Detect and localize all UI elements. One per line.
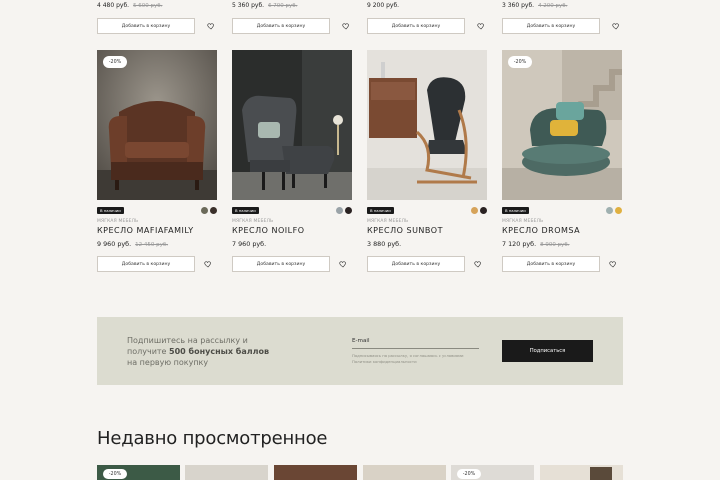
color-swatch[interactable] [345, 207, 352, 214]
product-card-tail: 3 360 руб. 4 200 руб. Добавить в корзину [502, 0, 624, 40]
old-price: 12 450 руб. [135, 242, 169, 248]
price: 5 360 руб. [232, 2, 265, 9]
newsletter-bonus: 500 бонусных баллов [169, 347, 270, 356]
color-swatch[interactable] [471, 207, 478, 214]
subscribe-button[interactable]: Подписаться [502, 340, 593, 362]
discount-badge: -20% [457, 469, 481, 479]
color-swatch[interactable] [480, 207, 487, 214]
color-swatch[interactable] [615, 207, 622, 214]
add-to-cart-button[interactable]: Добавить в корзину [367, 256, 465, 272]
product-category: МЯГКАЯ МЕБЕЛЬ [97, 219, 139, 224]
color-swatch[interactable] [210, 207, 217, 214]
price: 9 960 руб. [97, 240, 132, 248]
recent-thumbnail[interactable]: -20% [451, 465, 534, 480]
product-category: МЯГКАЯ МЕБЕЛЬ [502, 219, 544, 224]
price-line: 3 880 руб. [367, 240, 401, 248]
recent-thumbnail[interactable] [274, 465, 357, 480]
heart-icon[interactable] [476, 21, 486, 31]
add-to-cart-button[interactable]: Добавить в корзину [232, 256, 330, 272]
recent-thumbnail[interactable] [540, 465, 623, 480]
product-card[interactable]: -20% В наличии МЯГКАЯ МЕБЕЛЬ КРЕСЛО MAFI… [97, 50, 217, 275]
color-swatch[interactable] [201, 207, 208, 214]
discount-badge: -20% [103, 56, 127, 68]
price: 7 120 руб. [502, 240, 537, 248]
product-category: МЯГКАЯ МЕБЕЛЬ [232, 219, 274, 224]
price-line: 7 120 руб. 8 900 руб. [502, 240, 570, 248]
heart-icon[interactable] [203, 259, 213, 269]
newsletter-line-2: получите 500 бонусных баллов [127, 346, 307, 357]
heart-icon[interactable] [341, 21, 351, 31]
product-card[interactable]: -20% В наличии МЯГКАЯ МЕБЕЛЬ КРЕСЛО DROM… [502, 50, 622, 275]
price-line: 7 960 руб. [232, 240, 266, 248]
add-to-cart-button[interactable]: Добавить в корзину [367, 18, 465, 34]
newsletter-banner: Подпишитесь на рассылку и получите 500 б… [97, 317, 623, 385]
recent-thumbnail[interactable] [363, 465, 446, 480]
newsletter-line-2-pre: получите [127, 347, 170, 356]
price: 3 880 руб. [367, 240, 402, 248]
price: 3 360 руб. [502, 2, 535, 9]
section-title: Недавно просмотренное [97, 428, 328, 449]
color-swatch[interactable] [336, 207, 343, 214]
discount-badge: -20% [103, 469, 127, 479]
add-to-cart-button[interactable]: Добавить в корзину [502, 18, 600, 34]
price-line: 5 360 руб. 6 700 руб. [232, 2, 297, 9]
add-to-cart-button[interactable]: Добавить в корзину [97, 18, 195, 34]
product-card-tail: 4 480 руб. 5 600 руб. Добавить в корзину [97, 0, 219, 40]
discount-badge: -20% [508, 56, 532, 68]
product-image[interactable]: -20% [97, 50, 217, 200]
heart-icon[interactable] [473, 259, 483, 269]
add-to-cart-button[interactable]: Добавить в корзину [232, 18, 330, 34]
product-name[interactable]: КРЕСЛО SUNBOT [367, 226, 443, 235]
heart-icon[interactable] [338, 259, 348, 269]
add-to-cart-button[interactable]: Добавить в корзину [502, 256, 600, 272]
newsletter-text: Подпишитесь на рассылку и получите 500 б… [127, 335, 307, 368]
email-field-underline[interactable] [352, 348, 479, 349]
privacy-note: Подписываясь на рассылку, я соглашаюсь с… [352, 353, 464, 364]
recent-thumbnail[interactable]: -20% [97, 465, 180, 480]
availability-badge: В наличии [97, 207, 124, 214]
add-to-cart-button[interactable]: Добавить в корзину [97, 256, 195, 272]
price-line: 9 960 руб. 12 450 руб. [97, 240, 168, 248]
price-line: 9 200 руб. [367, 2, 399, 9]
product-name[interactable]: КРЕСЛО NOILFO [232, 226, 305, 235]
heart-icon[interactable] [611, 21, 621, 31]
product-card[interactable]: В наличии МЯГКАЯ МЕБЕЛЬ КРЕСЛО SUNBOT 3 … [367, 50, 487, 275]
availability-badge: В наличии [502, 207, 529, 214]
product-card-tail: 9 200 руб. Добавить в корзину [367, 0, 489, 40]
old-price: 6 700 руб. [268, 3, 298, 9]
previous-products-row: 4 480 руб. 5 600 руб. Добавить в корзину … [0, 0, 720, 40]
price-line: 3 360 руб. 4 200 руб. [502, 2, 567, 9]
product-card[interactable]: В наличии МЯГКАЯ МЕБЕЛЬ КРЕСЛО NOILFO 7 … [232, 50, 352, 275]
product-image[interactable] [367, 50, 487, 200]
price-line: 4 480 руб. 5 600 руб. [97, 2, 162, 9]
old-price: 4 200 руб. [538, 3, 568, 9]
old-price: 5 600 руб. [133, 3, 163, 9]
recent-thumbnail[interactable] [185, 465, 268, 480]
product-category: МЯГКАЯ МЕБЕЛЬ [367, 219, 409, 224]
product-name[interactable]: КРЕСЛО MAFIAFAMILY [97, 226, 194, 235]
color-swatch[interactable] [606, 207, 613, 214]
product-card-tail: 5 360 руб. 6 700 руб. Добавить в корзину [232, 0, 354, 40]
product-image[interactable] [232, 50, 352, 200]
price: 4 480 руб. [97, 2, 130, 9]
product-image[interactable]: -20% [502, 50, 622, 200]
heart-icon[interactable] [206, 21, 216, 31]
thumbnail-decor [590, 467, 612, 480]
newsletter-line-3: на первую покупку [127, 358, 209, 367]
newsletter-line-1: Подпишитесь на рассылку и [127, 336, 248, 345]
availability-badge: В наличии [232, 207, 259, 214]
old-price: 8 900 руб. [540, 242, 570, 248]
email-field[interactable]: E-mail [352, 338, 370, 344]
price: 9 200 руб. [367, 2, 400, 9]
availability-badge: В наличии [367, 207, 394, 214]
product-name[interactable]: КРЕСЛО DROMSA [502, 226, 580, 235]
heart-icon[interactable] [608, 259, 618, 269]
price: 7 960 руб. [232, 240, 267, 248]
